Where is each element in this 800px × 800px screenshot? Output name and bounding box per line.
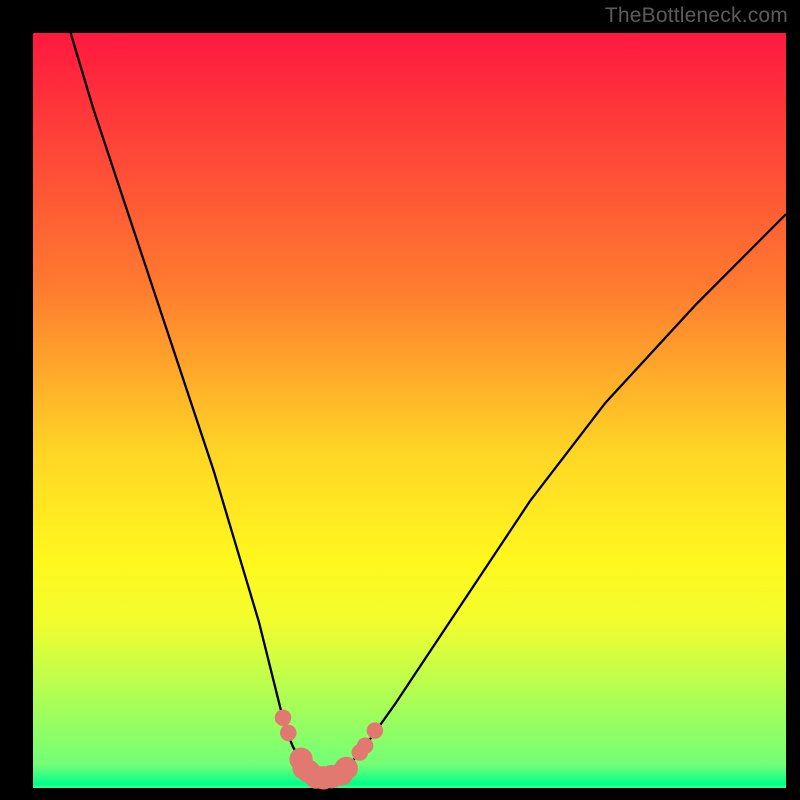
watermark-text: TheBottleneck.com	[605, 4, 788, 28]
chart-frame: TheBottleneck.com	[0, 0, 800, 800]
curve-marker	[335, 757, 358, 780]
curve-marker	[275, 710, 292, 727]
plot-svg	[33, 33, 786, 788]
curve-marker	[357, 737, 374, 754]
bottleneck-curve	[71, 33, 786, 778]
curve-marker	[367, 722, 384, 739]
curve-marker	[280, 725, 297, 742]
curve-markers	[275, 710, 383, 790]
